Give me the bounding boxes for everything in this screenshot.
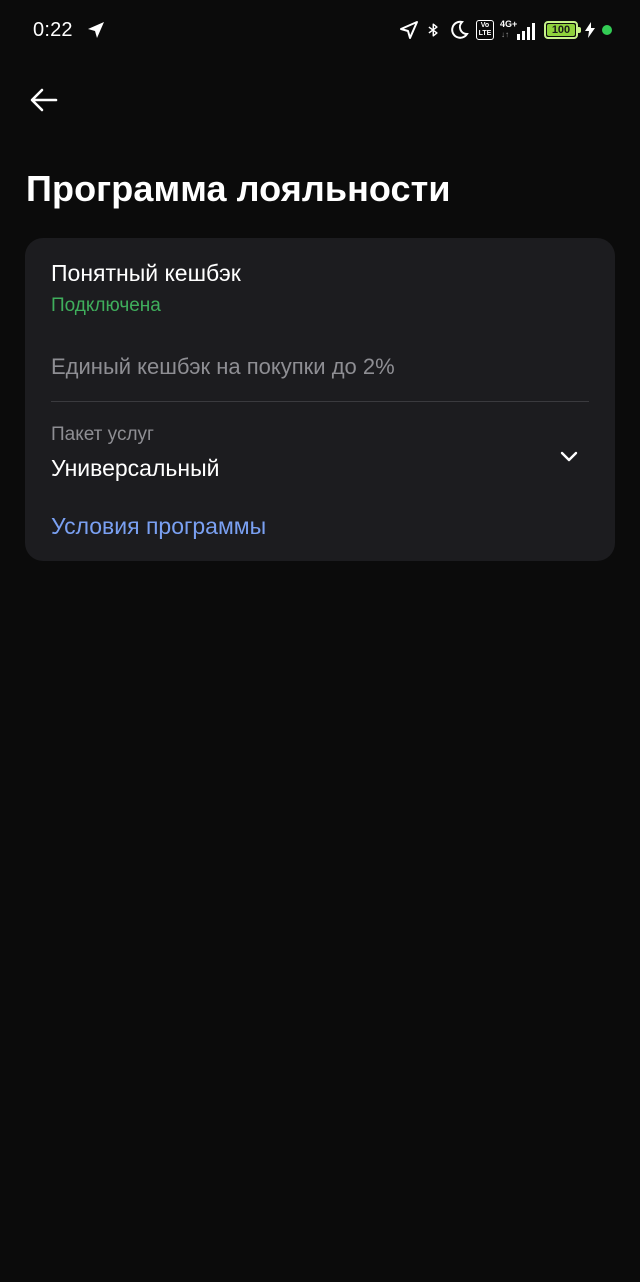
status-time: 0:22 <box>33 19 73 41</box>
charging-icon <box>585 22 595 38</box>
green-dot-icon <box>602 25 612 35</box>
bluetooth-icon <box>428 23 438 37</box>
volte-icon: Vo LTE <box>476 20 494 40</box>
package-label: Пакет услуг <box>51 424 154 445</box>
status-badge: Подключена <box>51 295 161 316</box>
package-value: Универсальный <box>51 455 220 481</box>
arrow-left-icon <box>30 88 58 112</box>
network-type: 4G+ <box>500 19 518 29</box>
signal-bars-icon <box>517 23 535 40</box>
program-terms-link[interactable]: Условия программы <box>51 513 266 540</box>
page-title: Программа лояльности <box>26 168 451 209</box>
status-bar: 0:22 Vo LTE 4G+ ↓↑ 100 <box>0 0 640 62</box>
navigation-icon <box>88 22 104 38</box>
chevron-down-icon <box>560 451 578 462</box>
loyalty-program-card: Понятный кешбэк Подключена Единый кешбэк… <box>25 238 615 561</box>
battery-icon: 100 <box>544 21 581 39</box>
program-description: Единый кешбэк на покупки до 2% <box>51 354 395 379</box>
volte-bottom-text: LTE <box>478 30 492 37</box>
service-package-dropdown[interactable]: Пакет услуг Универсальный <box>25 402 615 492</box>
volte-top-text: Vo <box>480 22 490 29</box>
back-button[interactable] <box>24 80 64 120</box>
signal-icon: 4G+ ↓↑ <box>500 19 538 41</box>
status-icons: Vo LTE 4G+ ↓↑ 100 <box>398 18 612 42</box>
location-arrow-icon <box>400 21 418 39</box>
program-name: Понятный кешбэк <box>51 260 241 286</box>
network-arrows: ↓↑ <box>501 30 509 39</box>
moon-icon <box>451 20 469 39</box>
battery-level: 100 <box>551 24 571 36</box>
